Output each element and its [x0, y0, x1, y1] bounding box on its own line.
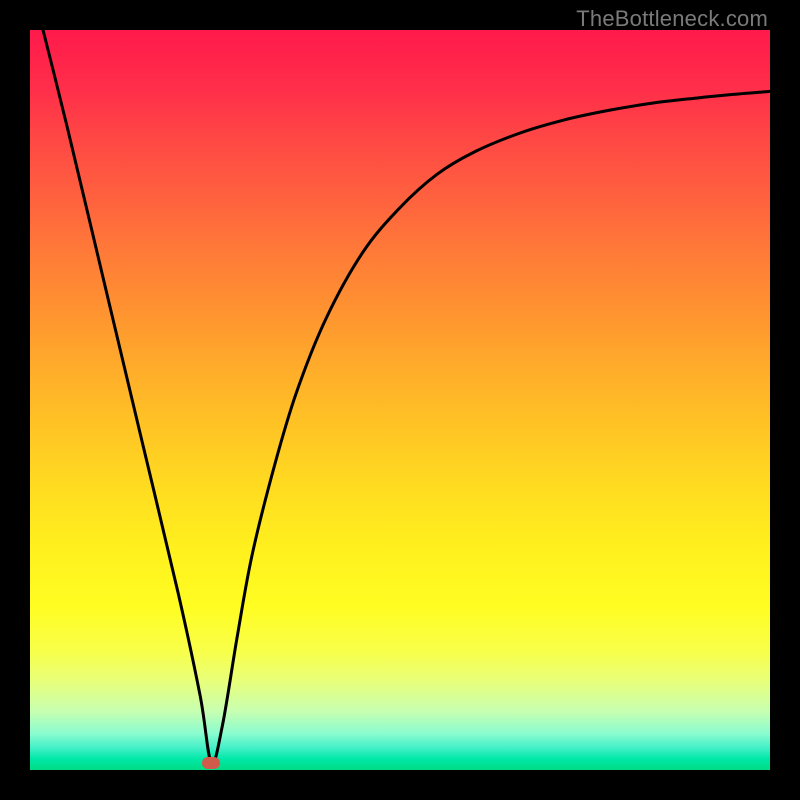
- watermark-text: TheBottleneck.com: [576, 6, 768, 32]
- plot-area: [30, 30, 770, 770]
- chart-frame: TheBottleneck.com: [0, 0, 800, 800]
- minimum-marker: [202, 757, 220, 769]
- bottleneck-curve: [30, 30, 770, 770]
